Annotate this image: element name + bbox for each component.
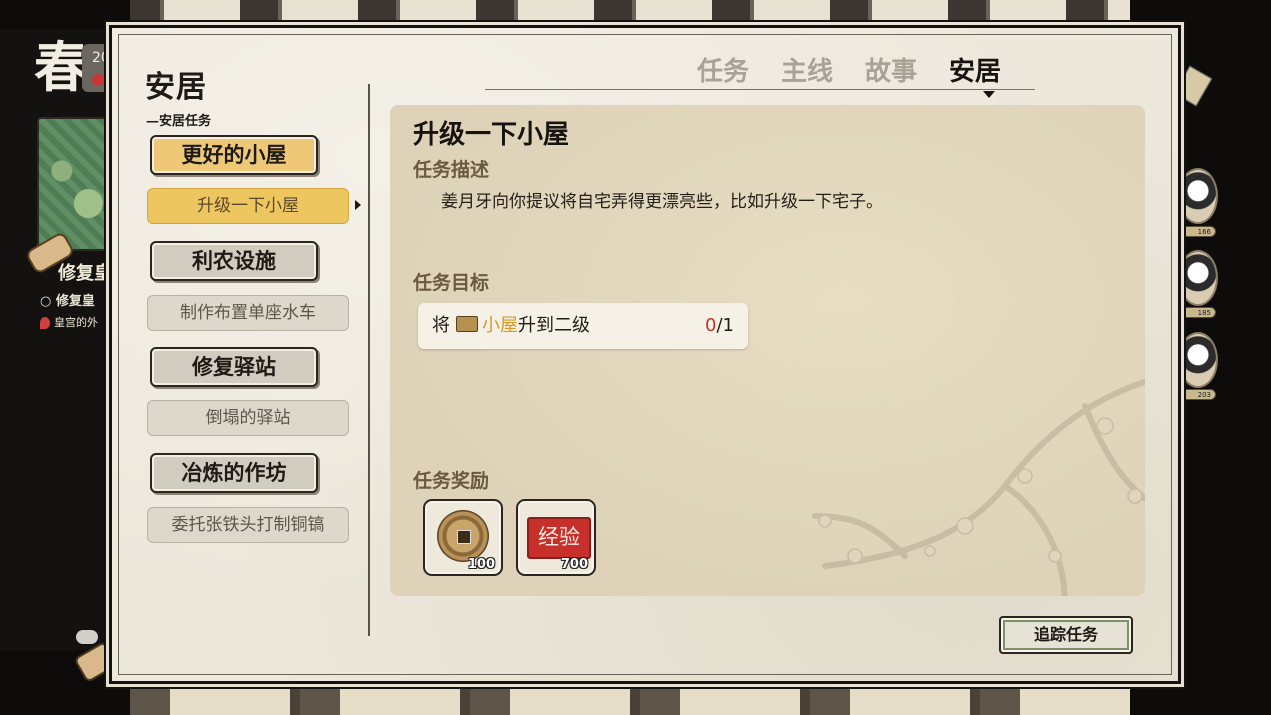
reward-experience[interactable]: 经验 700 [516, 499, 596, 576]
character-level-badge: 203 [1178, 389, 1216, 400]
character-avatar[interactable] [1178, 168, 1218, 224]
objective-header: 任务目标 [413, 272, 490, 294]
copper-coin-icon [437, 510, 489, 562]
character-level-badge: 185 [1178, 307, 1216, 318]
objective-target: 小屋 [482, 315, 518, 336]
quest-description: 姜月牙向你提议将自宅弄得更漂亮些，比如升级一下宅子。 [441, 192, 883, 212]
house-icon [456, 316, 478, 332]
tab-underline [485, 89, 1035, 90]
chat-icon[interactable] [76, 630, 98, 644]
location-marker-icon [40, 317, 50, 329]
tab-main-story[interactable]: 主线 [781, 55, 833, 89]
hud-quest-title: 修复皇 [58, 263, 112, 284]
date-digits: 20 [92, 50, 110, 66]
quest-group-farm-facilities[interactable]: 利农设施 [150, 241, 318, 281]
reward-exp-count: 700 [560, 557, 588, 572]
hud-quest-objective-text: 修复皇 [55, 294, 95, 309]
character-avatar[interactable] [1178, 250, 1218, 306]
objective-row: 将 小屋升到二级 0/1 [418, 303, 748, 349]
building-bottom [130, 682, 1130, 715]
list-divider [368, 84, 370, 636]
quest-group-repair-station[interactable]: 修复驿站 [150, 347, 318, 387]
quest-group-better-hut[interactable]: 更好的小屋 [150, 135, 318, 175]
selected-arrow-icon [355, 200, 361, 210]
quest-item-collapsed-station[interactable]: 倒塌的驿站 [147, 400, 349, 436]
hud-quest-objective: ○ 修复皇 [40, 294, 95, 309]
reward-coin[interactable]: 100 [423, 499, 503, 576]
objective-prefix: 将 [432, 315, 450, 336]
tab-tasks[interactable]: 任务 [697, 55, 749, 89]
quest-item-copper-pickaxe[interactable]: 委托张铁头打制铜镐 [147, 507, 349, 543]
tab-stories[interactable]: 故事 [865, 55, 917, 89]
quest-title: 升级一下小屋 [413, 120, 570, 150]
category-label: —安居任务 [146, 114, 212, 129]
active-tab-caret-icon [983, 91, 995, 98]
progress-total: /1 [716, 315, 734, 336]
season-label: 春 [34, 35, 88, 99]
minimap[interactable] [37, 117, 117, 251]
quest-item-upgrade-hut[interactable]: 升级一下小屋 [147, 188, 349, 224]
description-header: 任务描述 [413, 159, 490, 181]
location-pin-icon [92, 74, 104, 86]
experience-stamp-icon: 经验 [527, 517, 591, 559]
quest-group-smelting-workshop[interactable]: 冶炼的作坊 [150, 453, 318, 493]
tab-bar: 任务 主线 故事 安居 [697, 55, 1001, 89]
tab-settle[interactable]: 安居 [949, 55, 1001, 89]
reward-header: 任务奖励 [413, 470, 490, 492]
quest-detail-panel: 升级一下小屋 任务描述 姜月牙向你提议将自宅弄得更漂亮些，比如升级一下宅子。 任… [390, 105, 1145, 596]
character-level-badge: 166 [1178, 226, 1216, 237]
hud-quest-location-text: 皇宫的外 [54, 316, 98, 329]
quest-window: 安居 —安居任务 任务 主线 故事 安居 更好的小屋 升级一下小屋 利农设施 制… [109, 25, 1181, 684]
window-title: 安居 [145, 70, 207, 105]
character-avatar[interactable] [1178, 332, 1218, 388]
reward-coin-count: 100 [467, 557, 495, 572]
progress-current: 0 [705, 315, 717, 336]
hud-quest-location: 皇宫的外 [40, 314, 98, 330]
track-quest-button[interactable]: 追踪任务 [999, 616, 1133, 654]
quest-item-waterwheel[interactable]: 制作布置单座水车 [147, 295, 349, 331]
plum-branch-decoration [812, 378, 1145, 596]
objective-progress: 0/1 [705, 303, 734, 349]
objective-suffix: 升到二级 [518, 315, 590, 336]
